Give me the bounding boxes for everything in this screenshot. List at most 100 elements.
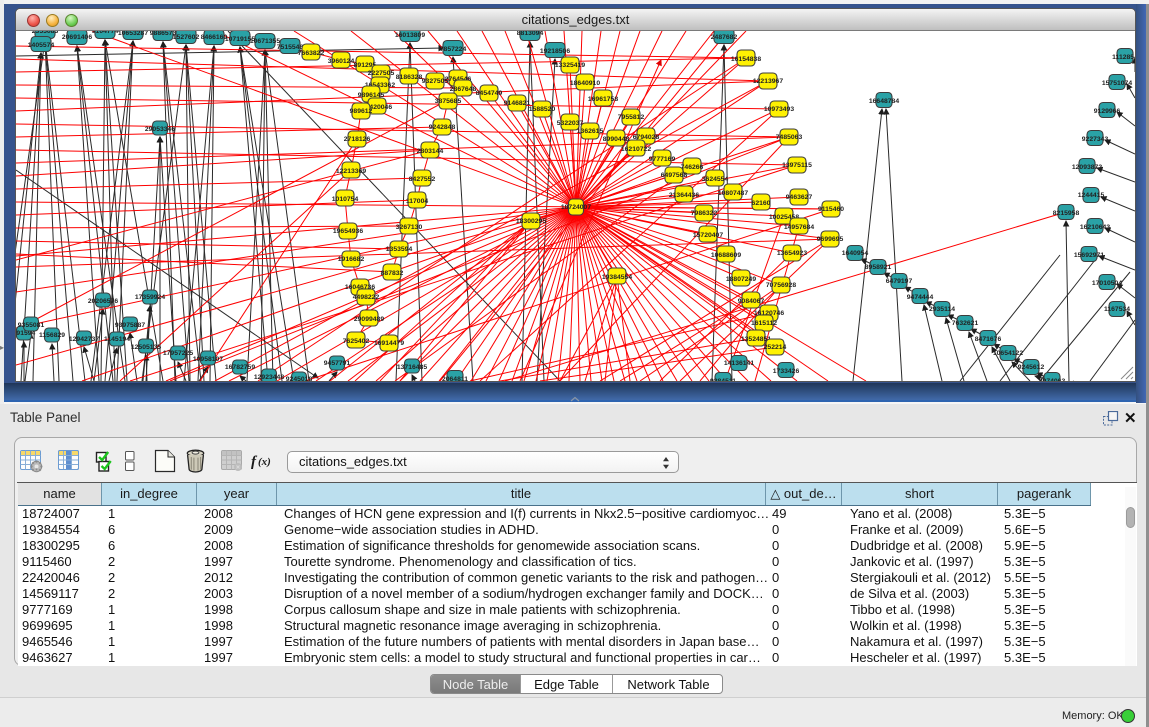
svg-text:9457791: 9457791	[324, 360, 351, 367]
svg-text:20206576: 20206576	[88, 298, 118, 305]
svg-text:10688609: 10688609	[711, 252, 741, 259]
svg-text:1588520: 1588520	[529, 106, 556, 113]
svg-text:10807487: 10807487	[718, 190, 748, 197]
svg-text:21364436: 21364436	[669, 192, 699, 199]
svg-text:12505135: 12505135	[131, 344, 161, 351]
svg-text:8454749: 8454749	[476, 90, 503, 97]
svg-text:7857224: 7857224	[440, 46, 467, 53]
svg-text:8990448: 8990448	[603, 136, 630, 143]
svg-text:8186328: 8186328	[396, 74, 423, 81]
svg-text:13325419: 13325419	[555, 62, 585, 69]
svg-text:252214: 252214	[764, 344, 787, 351]
svg-text:1916682: 1916682	[338, 256, 365, 263]
svg-text:9227343: 9227343	[1082, 136, 1109, 143]
svg-text:1156829: 1156829	[39, 332, 65, 339]
svg-text:19218506: 19218506	[540, 48, 570, 55]
svg-text:13975115: 13975115	[782, 162, 812, 169]
svg-text:9242848: 9242848	[429, 124, 456, 131]
svg-text:7632621: 7632621	[952, 320, 979, 327]
svg-text:19384554: 19384554	[602, 274, 632, 281]
svg-text:18807249: 18807249	[726, 276, 756, 283]
svg-text:8958921: 8958921	[865, 264, 892, 271]
svg-text:6479197: 6479197	[886, 278, 913, 285]
svg-text:12093872: 12093872	[1072, 164, 1102, 171]
svg-text:2064811: 2064811	[442, 376, 468, 381]
svg-text:10654122: 10654122	[993, 350, 1023, 357]
svg-text:17359924: 17359924	[135, 294, 165, 301]
svg-text:(x): (x)	[258, 456, 271, 468]
svg-text:62160: 62160	[752, 200, 771, 207]
svg-text:16210643: 16210643	[1080, 224, 1110, 231]
svg-text:1353594: 1353594	[386, 246, 413, 253]
svg-text:12213369: 12213369	[336, 168, 366, 175]
svg-text:1640954: 1640954	[842, 250, 869, 257]
svg-text:12942737: 12942737	[69, 336, 99, 343]
svg-text:3960124: 3960124	[328, 58, 355, 65]
svg-text:f: f	[251, 454, 258, 470]
svg-text:10973493: 10973493	[764, 106, 794, 113]
svg-text:9146821: 9146821	[504, 100, 531, 107]
svg-text:16648784: 16648784	[869, 98, 899, 105]
svg-text:16210722: 16210722	[621, 146, 651, 153]
svg-text:8974063: 8974063	[1039, 378, 1066, 381]
svg-text:17010504: 17010504	[1092, 280, 1122, 287]
svg-text:16013809: 16013809	[395, 32, 425, 39]
svg-text:16961758: 16961758	[588, 96, 618, 103]
svg-text:10958107: 10958107	[193, 356, 223, 363]
svg-text:19654936: 19654936	[333, 228, 363, 235]
svg-text:7663822: 7663822	[298, 50, 325, 57]
svg-text:1615112: 1615112	[751, 320, 777, 327]
svg-text:7955812: 7955812	[618, 114, 645, 121]
svg-text:3875685: 3875685	[435, 98, 462, 105]
svg-text:9129966: 9129966	[1094, 108, 1121, 115]
svg-text:18724007: 18724007	[561, 204, 591, 211]
svg-text:3624554: 3624554	[702, 176, 729, 183]
svg-text:9104774: 9104774	[92, 31, 119, 35]
svg-text:7485063: 7485063	[776, 134, 803, 141]
svg-text:17957225: 17957225	[163, 350, 193, 357]
svg-text:1010754: 1010754	[332, 196, 359, 203]
svg-text:12923448: 12923448	[254, 374, 284, 381]
svg-text:13716485: 13716485	[397, 364, 427, 371]
svg-text:1167534: 1167534	[1104, 306, 1130, 313]
svg-text:9777169: 9777169	[649, 156, 676, 163]
svg-text:14957684: 14957684	[784, 224, 814, 231]
svg-text:93975887: 93975887	[115, 322, 145, 329]
svg-text:9474444: 9474444	[907, 294, 934, 301]
svg-text:2487682: 2487682	[711, 34, 738, 41]
svg-text:4498222: 4498222	[353, 294, 380, 301]
svg-text:15751074: 15751074	[1102, 80, 1132, 87]
svg-text:15720407: 15720407	[693, 232, 723, 239]
svg-text:9284511: 9284511	[710, 378, 736, 381]
svg-text:9245018: 9245018	[286, 376, 313, 381]
svg-text:2867648: 2867648	[450, 86, 477, 93]
svg-text:117004: 117004	[406, 198, 429, 205]
svg-text:18300295: 18300295	[516, 218, 546, 225]
svg-text:2355083: 2355083	[32, 31, 59, 35]
svg-text:3267130: 3267130	[396, 224, 423, 231]
svg-text:7625402: 7625402	[343, 338, 370, 345]
svg-text:18640910: 18640910	[570, 80, 600, 87]
svg-text:1145194: 1145194	[104, 336, 130, 343]
svg-text:16154838: 16154838	[731, 56, 761, 63]
svg-text:15692971: 15692971	[1074, 252, 1104, 259]
svg-text:14136141: 14136141	[724, 360, 754, 367]
svg-text:8466160: 8466160	[201, 34, 228, 41]
svg-text:9699695: 9699695	[817, 236, 844, 243]
svg-text:20691406: 20691406	[62, 34, 92, 41]
svg-text:1405574: 1405574	[28, 42, 55, 49]
svg-text:16914479: 16914479	[374, 340, 404, 347]
svg-text:887832: 887832	[381, 270, 404, 277]
svg-text:10671355: 10671355	[250, 38, 280, 45]
svg-text:29099489: 29099489	[354, 316, 384, 323]
svg-text:1362615: 1362615	[577, 128, 604, 135]
svg-text:1244415: 1244415	[1078, 192, 1105, 199]
svg-text:8471676: 8471676	[975, 336, 1002, 343]
svg-text:746266: 746266	[681, 164, 704, 171]
svg-text:8427552: 8427552	[409, 176, 436, 183]
svg-text:9115460: 9115460	[818, 206, 844, 213]
svg-text:8813094: 8813094	[517, 31, 544, 37]
svg-text:9463627: 9463627	[786, 194, 813, 201]
svg-text:12213967: 12213967	[753, 78, 783, 85]
svg-text:2718126: 2718126	[344, 136, 371, 143]
